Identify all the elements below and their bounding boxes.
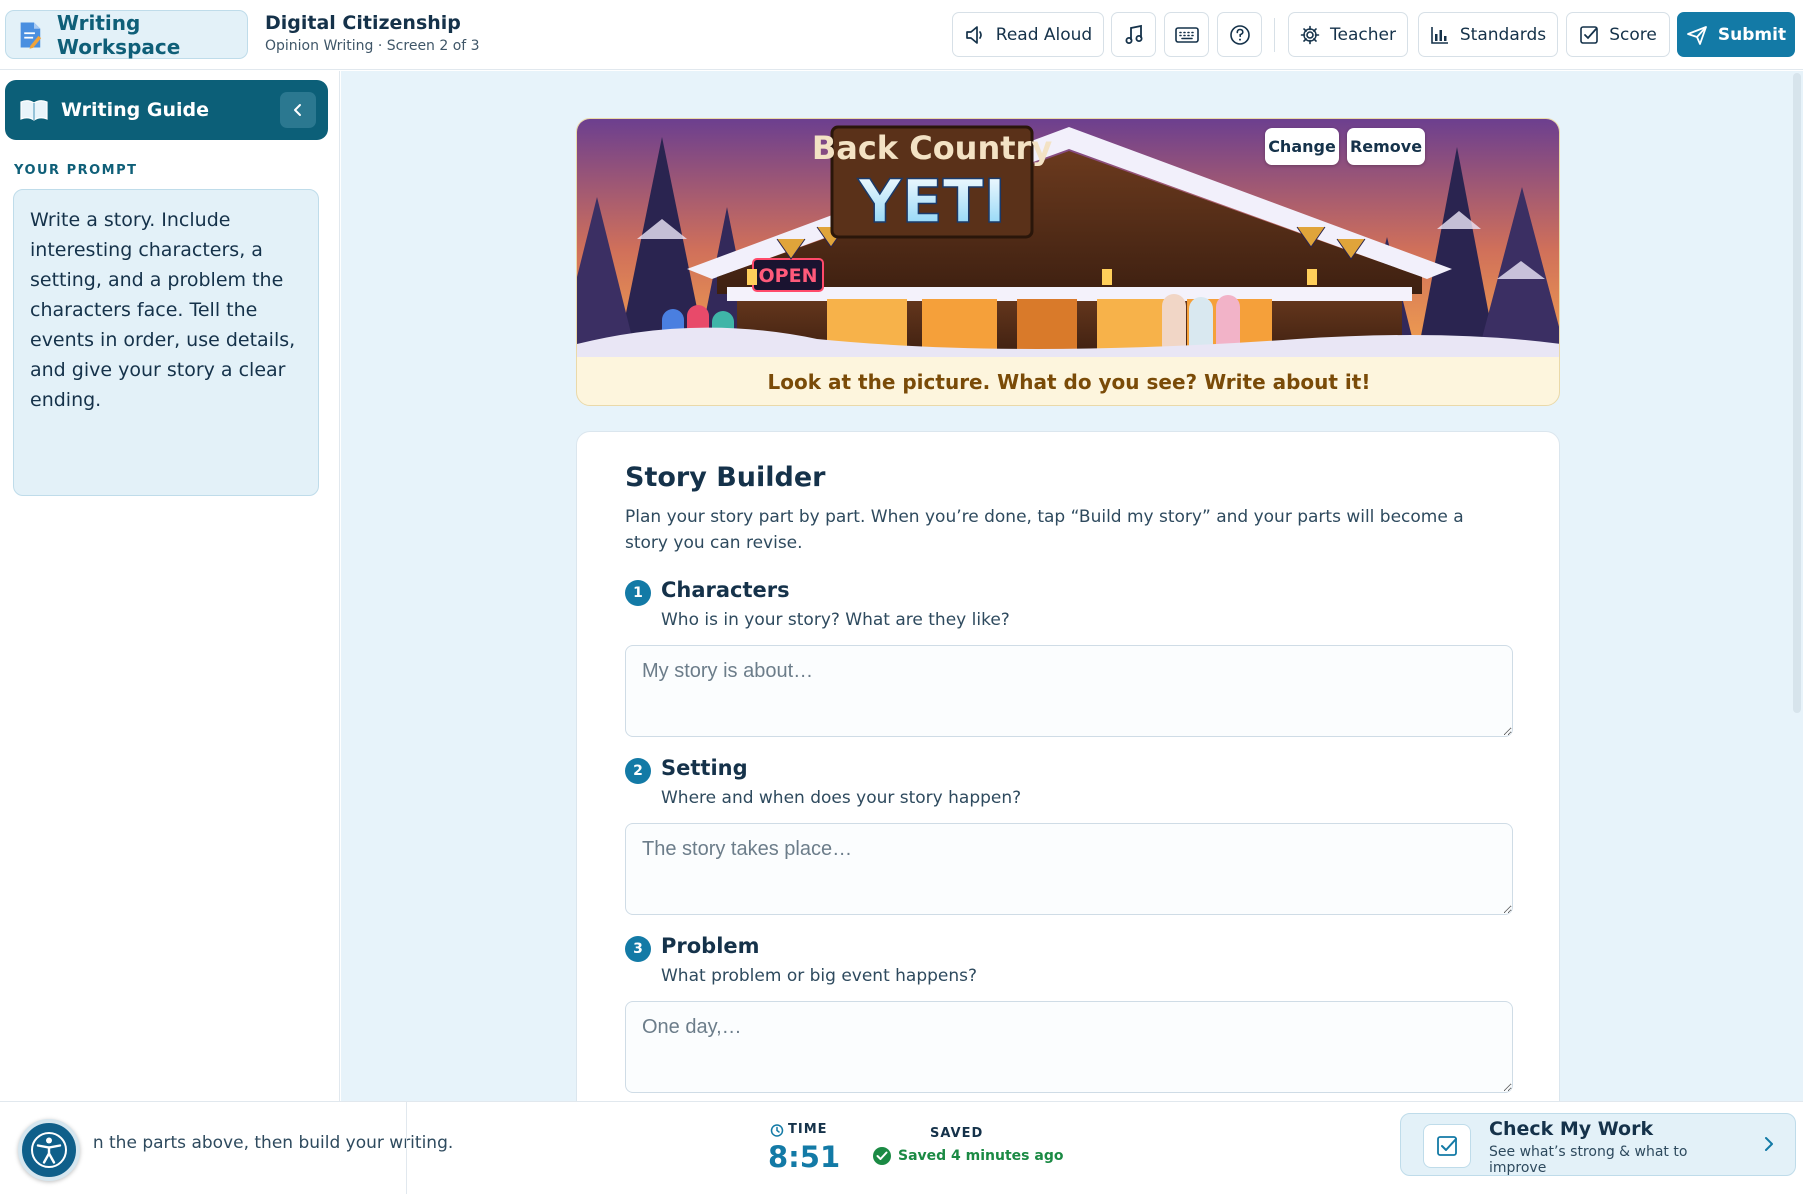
story-builder-card: Story Builder Plan your story part by pa…	[576, 431, 1560, 1101]
prompt-label: YOUR PROMPT	[14, 163, 138, 178]
music-note-icon	[1125, 24, 1142, 44]
keyboard-icon	[1174, 26, 1199, 43]
picture-caption: Look at the picture. What do you see? Wr…	[767, 370, 1371, 394]
step-title-setting: Setting	[661, 756, 748, 780]
bar-chart-icon	[1431, 26, 1448, 44]
accessibility-button[interactable]	[18, 1119, 80, 1181]
writing-guide-sidebar: Writing Guide YOUR PROMPT Write a story.…	[0, 71, 340, 1101]
read-aloud-button[interactable]: Read Aloud	[952, 12, 1104, 57]
writing-guide-header: Writing Guide	[5, 80, 328, 140]
keyboard-button[interactable]	[1164, 12, 1209, 57]
music-button[interactable]	[1111, 12, 1156, 57]
paper-plane-icon	[1687, 25, 1707, 45]
step-number-1: 1	[625, 580, 651, 606]
picture-prompt-card: OPEN Back Country YETI Change Remove Loo…	[576, 118, 1560, 406]
step-number-2: 2	[625, 758, 651, 784]
remove-image-button[interactable]: Remove	[1347, 128, 1425, 165]
time-label: TIME	[770, 1122, 828, 1137]
scrollbar[interactable]	[1793, 73, 1801, 713]
brand-button[interactable]: Writing Workspace	[5, 10, 248, 59]
top-bar: Writing Workspace Digital Citizenship Op…	[0, 0, 1803, 70]
checkbox-icon	[1437, 1136, 1457, 1156]
step-title-problem: Problem	[661, 934, 760, 958]
document-title: Digital Citizenship	[265, 12, 461, 34]
bottom-divider	[406, 1102, 407, 1194]
writing-guide-title: Writing Guide	[61, 99, 209, 121]
teacher-label: Teacher	[1330, 24, 1396, 45]
saved-status-text: Saved 4 minutes ago	[898, 1148, 1064, 1164]
time-label-text: TIME	[788, 1122, 828, 1137]
bottom-hint-text: Fill in the parts above, then build your…	[60, 1133, 454, 1153]
read-aloud-label: Read Aloud	[995, 24, 1093, 45]
step-hint-setting: Where and when does your story happen?	[661, 788, 1022, 808]
check-my-work-subtitle: See what’s strong & what to improve	[1489, 1144, 1688, 1176]
standards-button[interactable]: Standards	[1418, 12, 1558, 57]
step-hint-problem: What problem or big event happens?	[661, 966, 978, 986]
question-circle-icon	[1229, 24, 1250, 45]
step-title-characters: Characters	[661, 578, 790, 602]
saved-status: Saved 4 minutes ago	[872, 1146, 1063, 1166]
stopwatch-icon	[770, 1123, 784, 1137]
check-work-icon-box	[1423, 1124, 1471, 1168]
change-image-button[interactable]: Change	[1265, 128, 1339, 165]
app-name: Writing Workspace	[56, 10, 181, 59]
toolbar-divider	[1274, 18, 1275, 52]
teacher-button[interactable]: Teacher	[1288, 12, 1408, 57]
score-button[interactable]: Score	[1566, 12, 1670, 57]
submit-button[interactable]: Submit	[1677, 12, 1795, 57]
gear-icon	[1300, 25, 1320, 44]
document-subtitle: Opinion Writing · Screen 2 of 3	[265, 38, 480, 54]
sign-line-1: Back Country	[812, 129, 1052, 167]
chevron-right-icon	[1765, 1137, 1773, 1151]
help-button[interactable]	[1217, 12, 1262, 57]
accessibility-person-icon	[31, 1132, 67, 1168]
story-builder-title: Story Builder	[625, 462, 826, 493]
chevron-left-icon	[294, 104, 301, 116]
checkbox-icon	[1580, 25, 1598, 44]
main-content: OPEN Back Country YETI Change Remove Loo…	[341, 71, 1803, 1101]
characters-input[interactable]	[625, 645, 1513, 737]
step-hint-characters: Who is in your story? What are they like…	[661, 610, 1010, 630]
open-book-icon	[20, 100, 48, 121]
prompt-text: Write a story. Include interesting chara…	[13, 189, 319, 496]
bottom-bar: Fill in the parts above, then build your…	[0, 1101, 1803, 1194]
time-value: 8:51	[768, 1140, 841, 1174]
collapse-sidebar-button[interactable]	[280, 92, 316, 128]
story-builder-description: Plan your story part by part. When you’r…	[625, 507, 1464, 553]
document-pencil-icon	[20, 22, 42, 49]
open-sign-text: OPEN	[759, 265, 818, 287]
setting-input[interactable]	[625, 823, 1513, 915]
sign-line-2: YETI	[857, 167, 1006, 237]
check-my-work-button[interactable]: Check My Work See what’s strong & what t…	[1400, 1113, 1796, 1176]
standards-label: Standards	[1459, 24, 1547, 45]
speaker-icon	[965, 25, 982, 44]
problem-input[interactable]	[625, 1001, 1513, 1093]
score-label: Score	[1609, 24, 1657, 45]
step-number-3: 3	[625, 936, 651, 962]
saved-label: SAVED	[930, 1126, 984, 1141]
submit-label: Submit	[1717, 24, 1787, 45]
check-circle-icon	[873, 1147, 891, 1165]
check-my-work-title: Check My Work	[1489, 1118, 1654, 1140]
